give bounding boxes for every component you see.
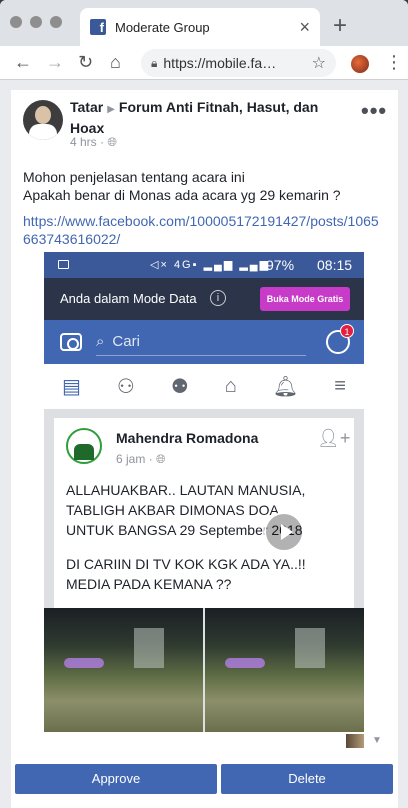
bookmark-star-icon[interactable]: ☆ bbox=[312, 53, 326, 73]
facebook-favicon-icon: f bbox=[90, 19, 106, 35]
info-icon: i bbox=[210, 290, 226, 306]
status-time: 08:15 bbox=[317, 257, 353, 273]
friends-icon: ⚉ bbox=[170, 376, 189, 398]
tab-title: Moderate Group bbox=[115, 19, 210, 35]
close-window-button[interactable] bbox=[10, 16, 22, 28]
reload-icon[interactable]: ↻ bbox=[78, 52, 93, 73]
post-link[interactable]: https://www.facebook.com/100005172191427… bbox=[23, 212, 383, 248]
search-bar: ⌕ Cari bbox=[96, 328, 306, 356]
pending-post-card: Tatar ▶ Forum Anti Fitnah, Hasut, dan Hoax… bbox=[11, 90, 398, 808]
hamburger-menu-icon: ≡ bbox=[334, 375, 346, 397]
shared-text-line: ALLAHUAKBAR.. LAUTAN MANUSIA, bbox=[66, 482, 306, 498]
notification-badge: 1 bbox=[340, 324, 354, 338]
post-time[interactable]: 4 hrs bbox=[70, 135, 97, 149]
author-avatar[interactable] bbox=[23, 100, 63, 140]
chevron-down-icon[interactable]: ▼ bbox=[372, 735, 382, 746]
shared-text-line: DI CARIIN DI TV KOK KGK ADA YA..!! bbox=[66, 556, 306, 572]
post-text-line: Mohon penjelasan tentang acara ini bbox=[23, 169, 245, 185]
gallery-icon bbox=[58, 260, 69, 269]
reviewer-avatar[interactable] bbox=[346, 734, 364, 748]
shared-post-card: Mahendra Romadona 6 jam · 🌐︎ 👤︎+ ALLAHUA… bbox=[54, 418, 354, 608]
data-mode-bar: Anda dalam Mode Data i Buka Mode Gratis bbox=[44, 278, 364, 320]
feed-area: Mahendra Romadona 6 jam · 🌐︎ 👤︎+ ALLAHUA… bbox=[44, 410, 364, 732]
post-text-line: Apakah benar di Monas ada acara yg 29 ke… bbox=[23, 187, 341, 203]
lock-icon: 🔒︎ bbox=[151, 55, 158, 70]
groups-icon: ⚇ bbox=[116, 376, 135, 398]
minimize-window-button[interactable] bbox=[30, 16, 42, 28]
play-icon bbox=[264, 512, 304, 552]
arrow-right-icon: ▶ bbox=[107, 104, 115, 115]
signal-icon: ◁× 4G▪ ▂▄▆ ▂▄▆ bbox=[150, 259, 271, 271]
facebook-nav-row: ▤ ⚇ ⚉ ⌂ 🔔︎ ≡ bbox=[44, 364, 364, 410]
url-text: https://mobile.fa… bbox=[163, 55, 277, 71]
phone-status-bar: ◁× 4G▪ ▂▄▆ ▂▄▆ 97% 08:15 bbox=[44, 252, 364, 278]
home-icon[interactable]: ⌂ bbox=[110, 52, 121, 73]
crowd-photos bbox=[44, 608, 364, 732]
facebook-header-bar: ⌕ Cari 1 bbox=[44, 320, 364, 364]
search-placeholder: Cari bbox=[112, 333, 140, 350]
browser-menu-icon[interactable]: ⋮ bbox=[385, 52, 403, 73]
news-feed-icon: ▤ bbox=[62, 376, 81, 398]
attached-screenshot-image[interactable]: ◁× 4G▪ ▂▄▆ ▂▄▆ 97% 08:15 Anda dalam Mode… bbox=[44, 252, 364, 732]
crowd-photo bbox=[44, 608, 203, 732]
shared-text-line: TABLIGH AKBAR DIMONAS DOA bbox=[66, 502, 279, 518]
tab-moderate-group[interactable]: f Moderate Group × bbox=[80, 8, 320, 46]
address-bar[interactable]: 🔒︎ https://mobile.fa… ☆ bbox=[141, 49, 336, 77]
add-friend-icon: 👤︎+ bbox=[317, 428, 351, 448]
post-header: Tatar ▶ Forum Anti Fitnah, Hasut, dan Hoax bbox=[70, 98, 350, 137]
marketplace-icon: ⌂ bbox=[224, 375, 237, 397]
globe-icon: 🌐︎ bbox=[156, 452, 166, 466]
shared-time-text: 6 jam bbox=[116, 452, 146, 466]
shared-author-avatar bbox=[66, 428, 102, 464]
shared-text-line: MEDIA PADA KEMANA ?? bbox=[66, 576, 232, 592]
post-text: Mohon penjelasan tentang acara ini Apaka… bbox=[23, 168, 383, 204]
author-name[interactable]: Tatar bbox=[70, 99, 103, 115]
back-arrow-icon[interactable]: ← bbox=[14, 52, 32, 73]
battery-level: 97% bbox=[266, 257, 295, 273]
shared-post-text: ALLAHUAKBAR.. LAUTAN MANUSIA, TABLIGH AK… bbox=[66, 480, 346, 594]
data-mode-text: Anda dalam Mode Data bbox=[60, 291, 197, 306]
window-controls bbox=[10, 16, 62, 28]
camera-icon bbox=[60, 333, 82, 351]
browser-toolbar: ← → ↻ ⌂ 🔒︎ https://mobile.fa… ☆ ⋮ bbox=[0, 46, 408, 80]
free-mode-button: Buka Mode Gratis bbox=[260, 287, 350, 311]
page-content: Tatar ▶ Forum Anti Fitnah, Hasut, dan Hoax… bbox=[0, 80, 408, 808]
bell-icon: 🔔︎ bbox=[272, 376, 299, 398]
delete-button[interactable]: Delete bbox=[221, 764, 393, 794]
post-options-icon[interactable]: ••• bbox=[361, 98, 387, 124]
shared-text-line: UNTUK BANGSA 29 September 2018 bbox=[66, 522, 303, 538]
crowd-video bbox=[205, 608, 364, 732]
browser-window: f Moderate Group × + ← → ↻ ⌂ 🔒︎ https://… bbox=[0, 0, 408, 808]
new-tab-button[interactable]: + bbox=[333, 12, 347, 40]
post-meta: 4 hrs · 🌐︎ bbox=[70, 135, 117, 149]
tab-strip: f Moderate Group × + bbox=[0, 0, 408, 46]
globe-icon: 🌐︎ bbox=[107, 135, 117, 149]
shared-post-time: 6 jam · 🌐︎ bbox=[116, 452, 166, 466]
extension-icon[interactable] bbox=[351, 55, 369, 73]
search-icon: ⌕ bbox=[96, 333, 105, 350]
forward-arrow-icon[interactable]: → bbox=[46, 52, 64, 73]
tab-close-icon[interactable]: × bbox=[299, 17, 310, 38]
shared-author-name: Mahendra Romadona bbox=[116, 430, 259, 446]
maximize-window-button[interactable] bbox=[50, 16, 62, 28]
approve-button[interactable]: Approve bbox=[15, 764, 217, 794]
